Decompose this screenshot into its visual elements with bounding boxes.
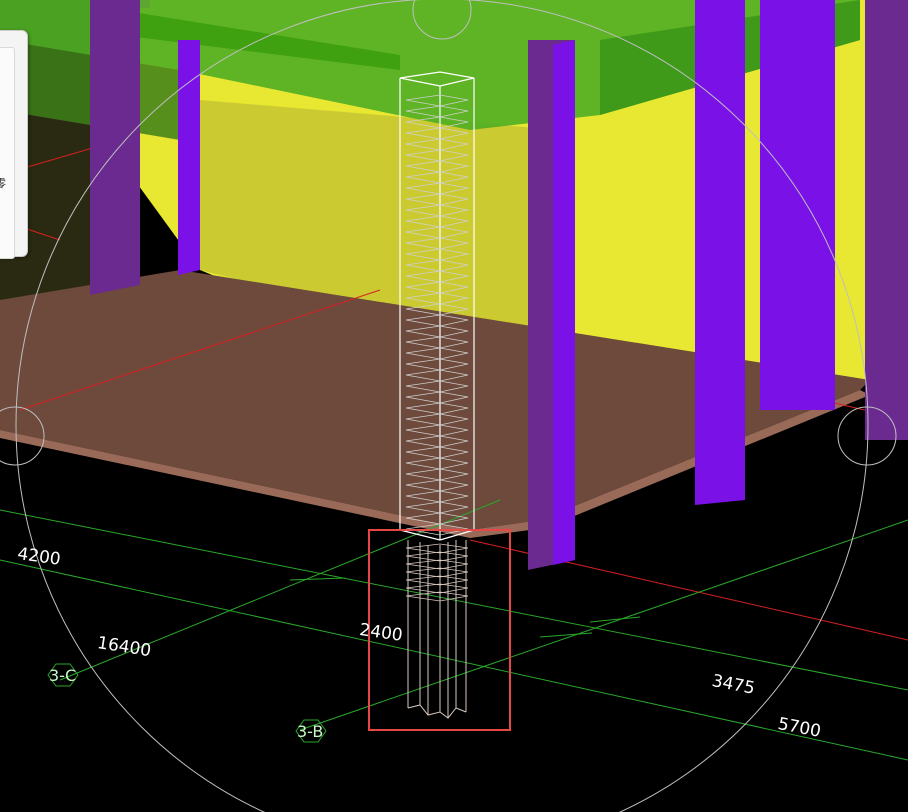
side-panel-inner (0, 47, 15, 259)
column-right-1 (695, 0, 745, 505)
side-panel[interactable]: 零 (0, 30, 28, 259)
axis-tag-3c: 3-C (49, 666, 77, 685)
column-mid (553, 40, 575, 565)
grid-tick-2 (539, 632, 593, 638)
grid-tick-1 (289, 577, 346, 581)
3d-model-viewport[interactable]: 零 4200 16400 2400 3475 5700 3-C 3-B (0, 0, 908, 812)
column-right-3 (865, 0, 908, 440)
column-left-2 (178, 40, 200, 275)
column-right-2 (760, 0, 835, 410)
side-panel-glyph: 零 (0, 177, 6, 190)
axis-tag-3b: 3-B (297, 722, 324, 741)
column-left-ghost (90, 0, 140, 295)
